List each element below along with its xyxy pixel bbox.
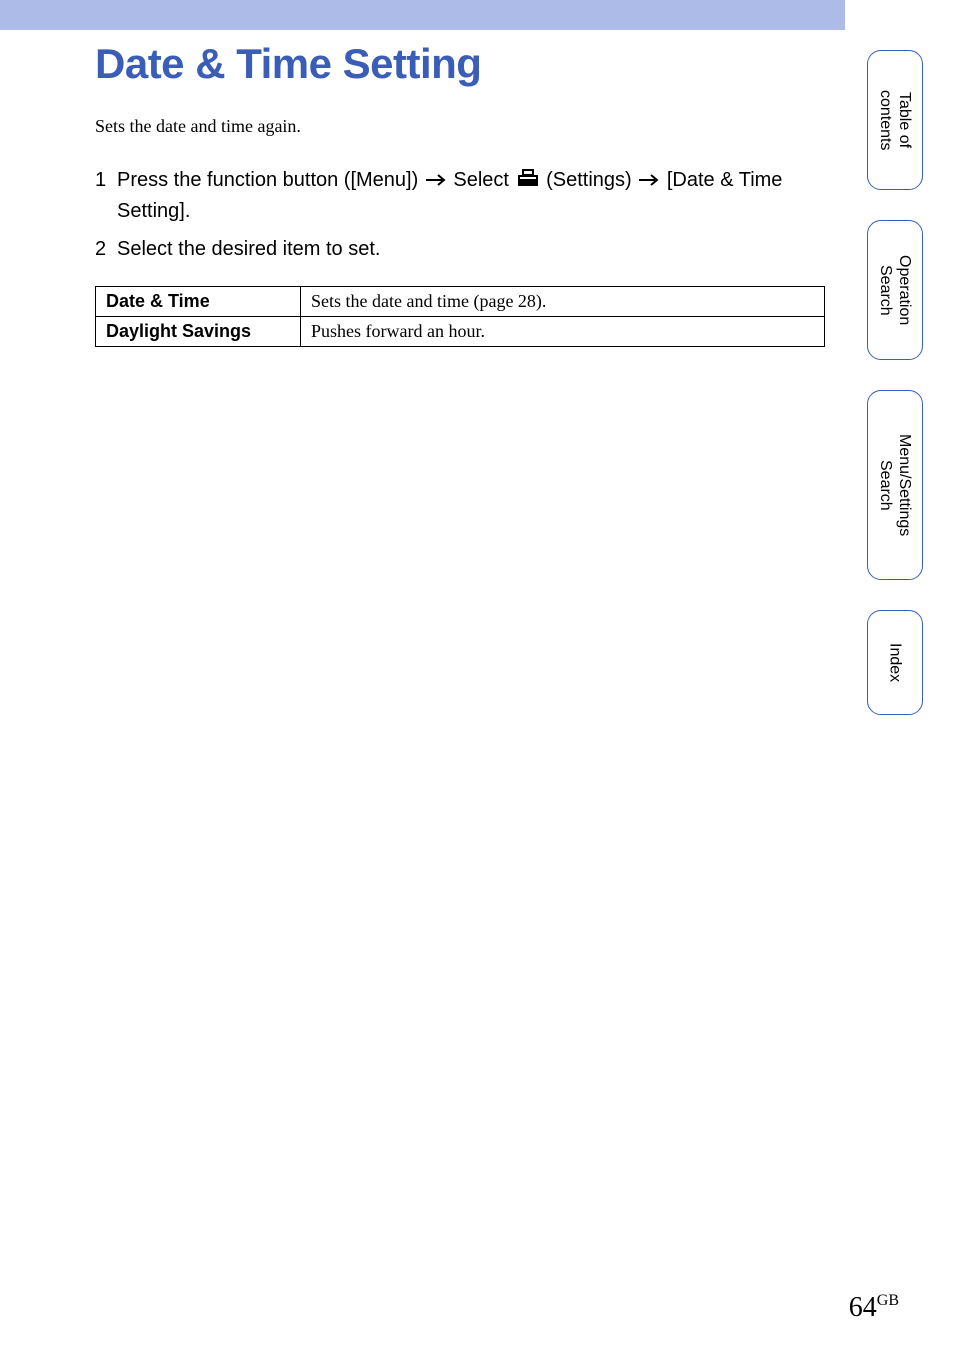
side-tab-nav: Table of contents Operation Search Menu/…: [867, 50, 923, 715]
step-item: 2 Select the desired item to set.: [95, 234, 825, 264]
page-title: Date & Time Setting: [95, 40, 825, 88]
table-row: Date & Time Sets the date and time (page…: [96, 286, 825, 316]
settings-table: Date & Time Sets the date and time (page…: [95, 286, 825, 347]
sidebar-tab-operation-search[interactable]: Operation Search: [867, 220, 923, 360]
step-text-part: (Settings): [546, 169, 637, 191]
main-content: Date & Time Setting Sets the date and ti…: [95, 40, 825, 347]
steps-list: 1 Press the function button ([Menu]) Sel…: [95, 165, 825, 264]
step-item: 1 Press the function button ([Menu]) Sel…: [95, 165, 825, 226]
page-number: 64GB: [849, 1292, 899, 1324]
toolbox-settings-icon: [517, 166, 539, 196]
page-number-value: 64: [849, 1292, 877, 1323]
arrow-icon: [426, 165, 446, 195]
table-desc-cell: Sets the date and time (page 28).: [301, 286, 825, 316]
step-text: Press the function button ([Menu]) Selec…: [117, 165, 825, 226]
intro-text: Sets the date and time again.: [95, 116, 825, 137]
table-row: Daylight Savings Pushes forward an hour.: [96, 316, 825, 346]
sidebar-tab-index[interactable]: Index: [867, 610, 923, 715]
arrow-icon: [639, 165, 659, 195]
table-label-cell: Date & Time: [96, 286, 301, 316]
step-number: 2: [95, 234, 117, 264]
page-number-suffix: GB: [877, 1292, 899, 1309]
step-text-part: Press the function button ([Menu]): [117, 169, 424, 191]
table-desc-cell: Pushes forward an hour.: [301, 316, 825, 346]
sidebar-tab-toc[interactable]: Table of contents: [867, 50, 923, 190]
step-text-part: Select: [453, 169, 514, 191]
step-text: Select the desired item to set.: [117, 234, 825, 264]
top-accent-bar: [0, 0, 845, 30]
step-number: 1: [95, 165, 117, 226]
table-label-cell: Daylight Savings: [96, 316, 301, 346]
sidebar-tab-menu-settings-search[interactable]: Menu/Settings Search: [867, 390, 923, 580]
